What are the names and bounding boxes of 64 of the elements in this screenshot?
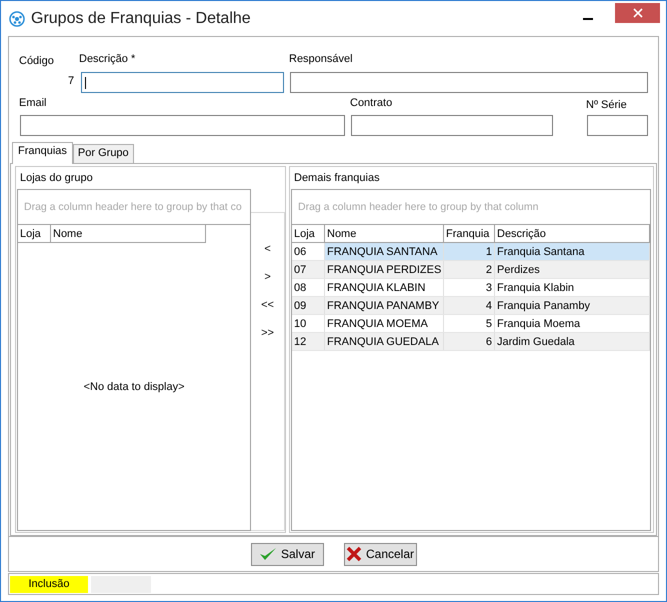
tab[interactable]: Franquias xyxy=(12,142,73,164)
serie-field[interactable] xyxy=(587,115,648,136)
table-cell: Franquia Panamby xyxy=(495,297,650,314)
status-panel xyxy=(91,576,151,592)
x-mark-icon xyxy=(346,546,362,562)
table-cell: Franquia Klabin xyxy=(495,279,650,296)
responsavel-field[interactable] xyxy=(290,72,648,93)
table-row[interactable]: 07 FRANQUIA PERDIZES 2 Perdizes xyxy=(292,261,650,279)
close-button[interactable] xyxy=(615,2,660,22)
column-header[interactable]: Nome xyxy=(51,225,206,243)
table-cell: 12 xyxy=(292,333,325,350)
table-cell: 09 xyxy=(292,297,325,314)
email-field[interactable] xyxy=(20,115,345,136)
tab[interactable]: Por Grupo xyxy=(72,144,134,163)
table-cell: Perdizes xyxy=(495,261,650,278)
contrato-field[interactable] xyxy=(351,115,553,136)
table-cell: 5 xyxy=(444,315,495,332)
table-cell: 2 xyxy=(444,261,495,278)
table-cell: 08 xyxy=(292,279,325,296)
status-mode: Inclusão xyxy=(10,576,88,592)
table-row[interactable]: 12 FRANQUIA GUEDALA 6 Jardim Guedala xyxy=(292,333,650,351)
group-hint: Drag a column header here to group by that co xyxy=(24,201,242,213)
table-cell: Franquia Moema xyxy=(495,315,650,332)
empty-message: <No data to display> xyxy=(84,380,185,392)
panel-title: Lojas do grupo xyxy=(20,172,93,184)
move-button[interactable]: > xyxy=(260,271,275,283)
app-icon xyxy=(9,10,25,26)
checkmark-icon xyxy=(258,546,277,562)
table-cell: 10 xyxy=(292,315,325,332)
column-header[interactable]: Loja xyxy=(18,225,51,243)
field-label: Código xyxy=(19,55,54,67)
close-icon xyxy=(632,8,642,18)
code-value: 7 xyxy=(68,75,74,87)
column-header[interactable]: Loja xyxy=(292,225,325,243)
table-cell: Franquia Santana xyxy=(495,243,650,260)
field-label: Email xyxy=(19,97,47,109)
table-cell: FRANQUIA PERDIZES xyxy=(325,261,444,278)
table-cell: 4 xyxy=(444,297,495,314)
table-cell: 6 xyxy=(444,333,495,350)
table-cell: 07 xyxy=(292,261,325,278)
panel-title: Demais franquias xyxy=(294,172,380,184)
field-label: Nº Série xyxy=(586,99,627,111)
table-cell: FRANQUIA SANTANA xyxy=(325,243,444,260)
move-button[interactable]: < xyxy=(260,243,275,255)
table-row[interactable]: 09 FRANQUIA PANAMBY 4 Franquia Panamby xyxy=(292,297,650,315)
cancel-button[interactable]: Cancelar xyxy=(344,542,416,566)
table-row[interactable]: 06 FRANQUIA SANTANA 1 Franquia Santana xyxy=(292,243,650,261)
window-title: Grupos de Franquias - Detalhe xyxy=(31,10,252,28)
minimize-icon[interactable] xyxy=(583,17,593,20)
field-label: Contrato xyxy=(350,97,392,109)
table-cell: 3 xyxy=(444,279,495,296)
save-button[interactable]: Salvar xyxy=(250,542,324,566)
field-label: Responsável xyxy=(289,53,353,65)
table-cell: 1 xyxy=(444,243,495,260)
table-cell: FRANQUIA KLABIN xyxy=(325,279,444,296)
table-cell: FRANQUIA MOEMA xyxy=(325,315,444,332)
table-cell: FRANQUIA PANAMBY xyxy=(325,297,444,314)
move-button[interactable]: << xyxy=(257,299,278,311)
group-hint: Drag a column header here to group by that column xyxy=(298,201,538,213)
move-button[interactable]: >> xyxy=(257,327,278,339)
field-label: Descrição * xyxy=(79,53,136,65)
descricao-field[interactable] xyxy=(81,72,284,93)
table-cell: Jardim Guedala xyxy=(495,333,650,350)
table-cell: FRANQUIA GUEDALA xyxy=(325,333,444,350)
